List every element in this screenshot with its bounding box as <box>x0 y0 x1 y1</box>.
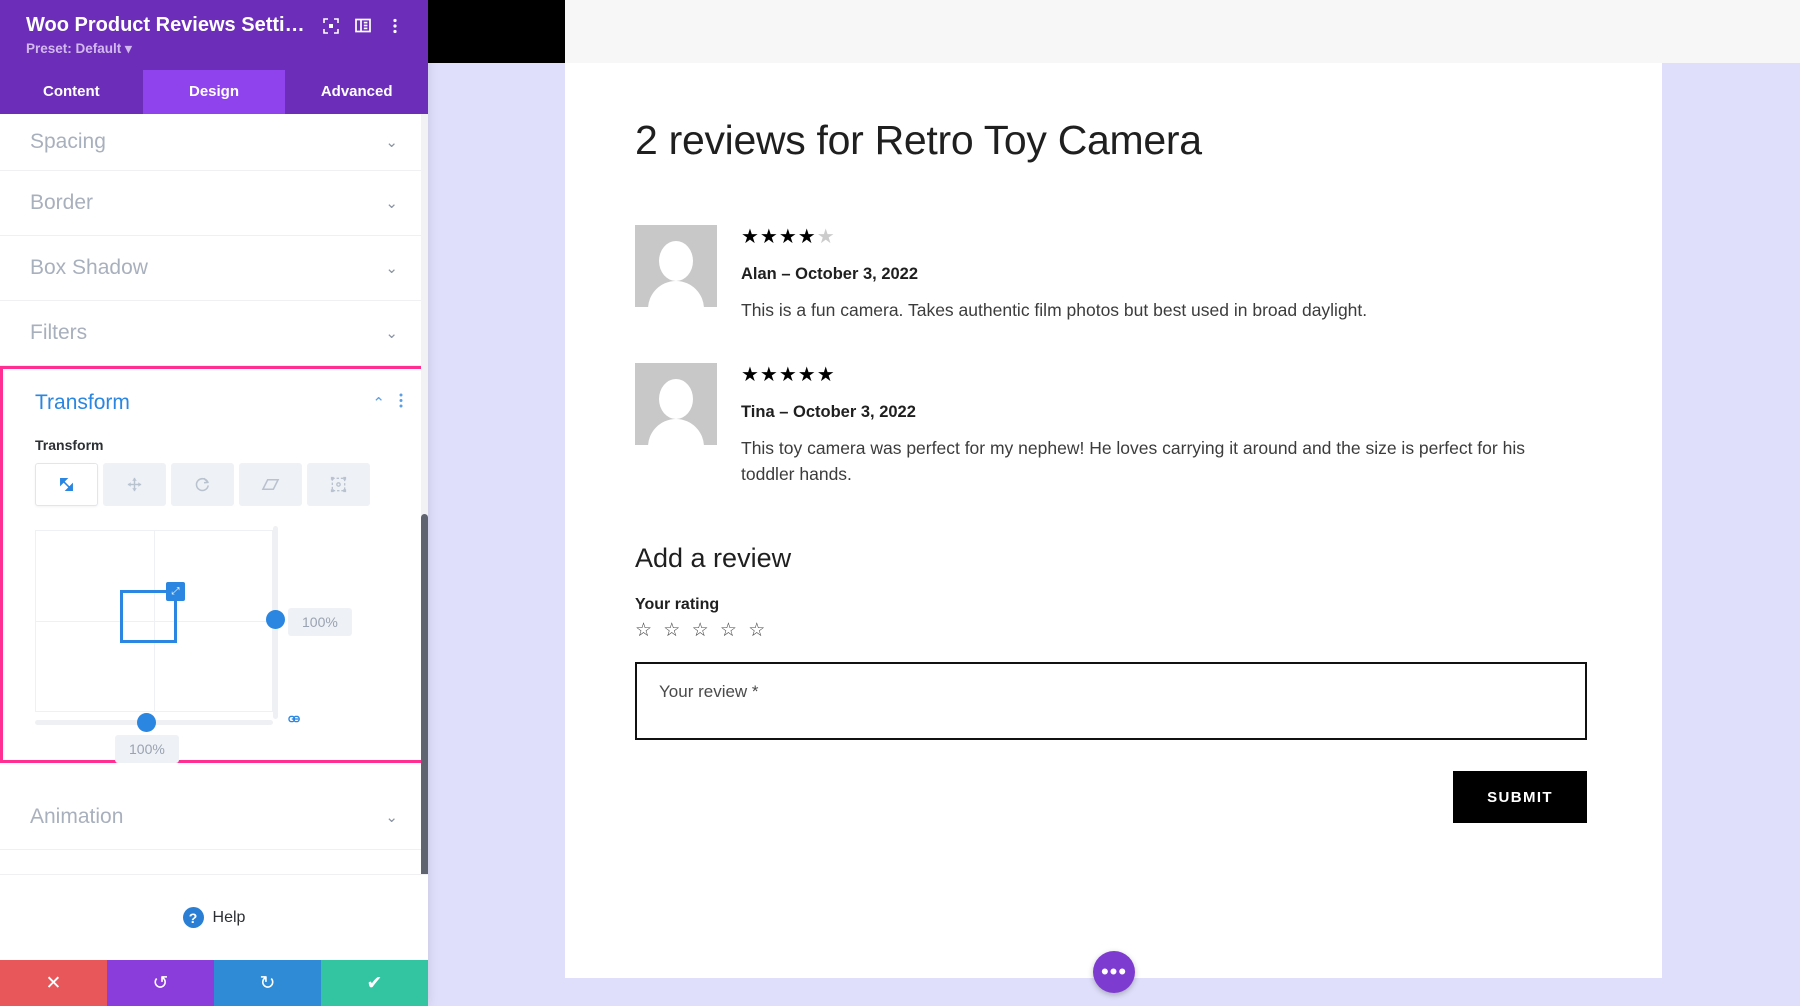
panel-header: Woo Product Reviews Setti… <box>0 0 428 70</box>
review-date: October 3, 2022 <box>795 265 918 283</box>
transform-tool-row <box>3 463 425 506</box>
more-vertical-icon[interactable] <box>399 393 403 413</box>
redo-button[interactable]: ↻ <box>214 960 321 1006</box>
panel-title: Woo Product Reviews Setti… <box>26 14 310 37</box>
section-label: Border <box>30 191 93 215</box>
close-icon: ✕ <box>46 972 62 995</box>
review-text: This is a fun camera. Takes authentic fi… <box>741 298 1541 323</box>
review-text: This toy camera was perfect for my nephe… <box>741 436 1541 487</box>
redo-icon: ↻ <box>260 972 276 995</box>
review-item: ★★★★★ Tina – October 3, 2022 This toy ca… <box>635 363 1595 487</box>
chevron-down-icon: ⌄ <box>385 324 398 342</box>
horizontal-slider-knob[interactable] <box>137 713 156 732</box>
vertical-slider-knob[interactable] <box>266 610 285 629</box>
chevron-down-icon: ⌄ <box>385 259 398 277</box>
help-row[interactable]: ? Help <box>0 874 428 960</box>
scale-tool-button[interactable] <box>35 463 98 506</box>
more-vertical-icon[interactable] <box>384 15 406 37</box>
cancel-button[interactable]: ✕ <box>0 960 107 1006</box>
panel-scroll-area: Spacing ⌄ Border ⌄ Box Shadow ⌄ Filters … <box>0 114 428 874</box>
help-label: Help <box>213 909 246 927</box>
link-axes-icon[interactable] <box>287 712 304 730</box>
section-label: Animation <box>30 805 123 829</box>
tab-advanced[interactable]: Advanced <box>285 70 428 114</box>
review-author: Alan <box>741 265 777 283</box>
preset-label: Preset: Default <box>26 41 121 56</box>
your-rating-label: Your rating <box>635 596 1595 614</box>
review-separator: – <box>781 265 790 283</box>
rating-stars: ★★★★★ <box>741 365 1595 385</box>
more-options-fab[interactable]: ••• <box>1093 951 1135 993</box>
section-box-shadow[interactable]: Box Shadow ⌄ <box>0 236 428 301</box>
review-author-date: Alan – October 3, 2022 <box>741 265 1595 284</box>
transform-canvas: ⤢ 100% 100% <box>35 530 393 760</box>
panel-footer: ✕ ↺ ↻ ✔ <box>0 960 428 1006</box>
horizontal-scale-value: 100% <box>115 735 179 763</box>
reviews-section: 2 reviews for Retro Toy Camera ★★★★★ Ala… <box>635 118 1595 823</box>
undo-button[interactable]: ↺ <box>107 960 214 1006</box>
add-review-form: Add a review Your rating ☆ ☆ ☆ ☆ ☆ SUBMI… <box>635 543 1595 823</box>
panel-scrollbar-track[interactable] <box>421 114 428 874</box>
scale-handle-icon[interactable]: ⤢ <box>166 582 185 601</box>
fullscreen-icon[interactable] <box>320 15 342 37</box>
review-author-date: Tina – October 3, 2022 <box>741 403 1595 422</box>
browser-topbar <box>565 0 1800 63</box>
section-label: Box Shadow <box>30 256 148 280</box>
review-separator: – <box>779 403 788 421</box>
avatar <box>635 363 717 445</box>
rating-stars: ★★★★★ <box>741 227 1595 247</box>
panel-tabs: Content Design Advanced <box>0 70 428 114</box>
layout-icon[interactable] <box>352 15 374 37</box>
review-date: October 3, 2022 <box>793 403 916 421</box>
module-settings-panel: Woo Product Reviews Setti… <box>0 0 428 1006</box>
screen: 2 reviews for Retro Toy Camera ★★★★★ Ala… <box>0 0 1800 1006</box>
rating-input[interactable]: ☆ ☆ ☆ ☆ ☆ <box>635 621 1595 640</box>
skew-tool-button[interactable] <box>239 463 302 506</box>
review-textarea[interactable] <box>635 662 1587 740</box>
preset-selector[interactable]: Preset: Default ▾ <box>26 37 406 70</box>
avatar <box>635 225 717 307</box>
section-spacing[interactable]: Spacing ⌄ <box>0 114 428 171</box>
chevron-up-icon[interactable]: ⌃ <box>372 394 385 412</box>
review-author: Tina <box>741 403 775 421</box>
add-review-title: Add a review <box>635 543 1595 574</box>
check-icon: ✔ <box>367 972 383 995</box>
review-item: ★★★★★ Alan – October 3, 2022 This is a f… <box>635 225 1595 323</box>
section-label: Transform <box>35 391 130 415</box>
section-filters[interactable]: Filters ⌄ <box>0 301 428 366</box>
horizontal-scale-slider[interactable] <box>35 720 273 725</box>
tab-design[interactable]: Design <box>143 70 286 114</box>
transform-header[interactable]: Transform ⌃ <box>3 369 425 437</box>
page-title: 2 reviews for Retro Toy Camera <box>635 118 1595 163</box>
review-list: ★★★★★ Alan – October 3, 2022 This is a f… <box>635 225 1595 487</box>
section-border[interactable]: Border ⌄ <box>0 171 428 236</box>
transform-shape[interactable]: ⤢ <box>120 590 177 643</box>
chevron-down-icon: ▾ <box>125 41 132 56</box>
panel-scrollbar-thumb[interactable] <box>421 514 428 874</box>
transform-field-label: Transform <box>3 437 425 463</box>
rotate-tool-button[interactable] <box>171 463 234 506</box>
chevron-down-icon: ⌄ <box>385 194 398 212</box>
vertical-scale-slider[interactable] <box>273 526 278 719</box>
chevron-down-icon: ⌄ <box>385 133 398 151</box>
section-label: Spacing <box>30 130 106 154</box>
origin-tool-button[interactable] <box>307 463 370 506</box>
section-animation[interactable]: Animation ⌄ <box>0 785 428 850</box>
tab-content[interactable]: Content <box>0 70 143 114</box>
move-tool-button[interactable] <box>103 463 166 506</box>
undo-icon: ↺ <box>153 972 169 995</box>
chevron-down-icon: ⌄ <box>385 808 398 826</box>
save-button[interactable]: ✔ <box>321 960 428 1006</box>
submit-button[interactable]: SUBMIT <box>1453 771 1587 823</box>
section-transform: Transform ⌃ Transform <box>0 366 428 763</box>
question-mark-icon: ? <box>183 907 204 928</box>
vertical-scale-value: 100% <box>288 608 352 636</box>
section-label: Filters <box>30 321 87 345</box>
